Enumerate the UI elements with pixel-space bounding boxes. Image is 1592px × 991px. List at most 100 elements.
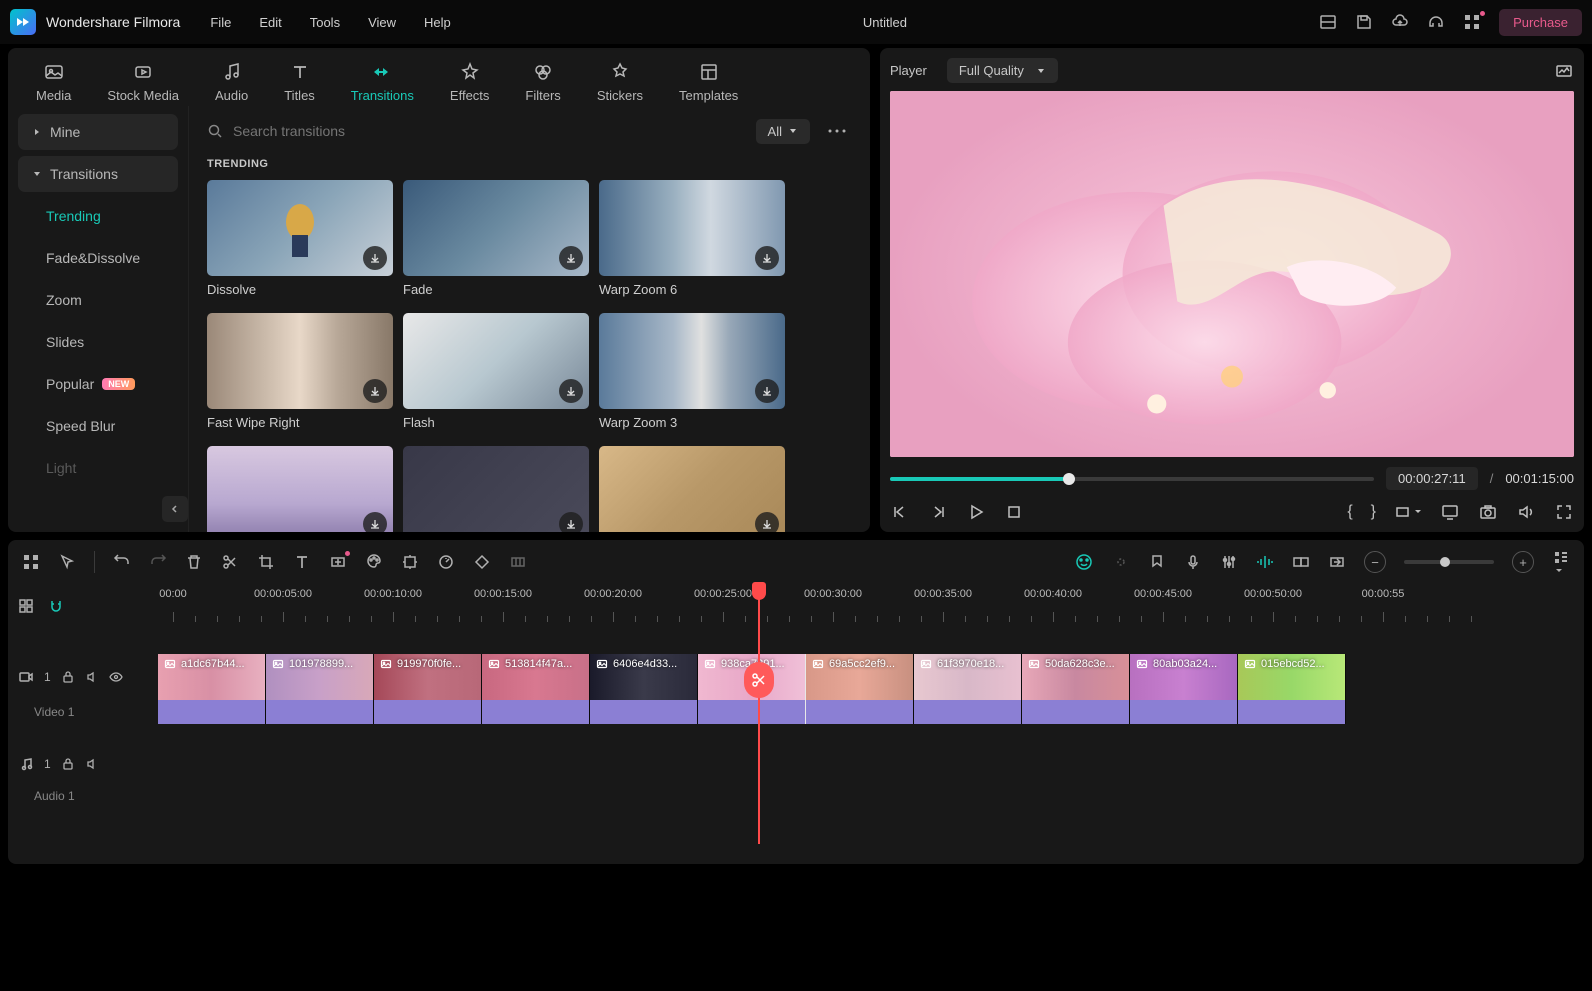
download-icon[interactable] — [755, 379, 779, 403]
layout-icon[interactable] — [1319, 13, 1337, 31]
nav-zoom[interactable]: Zoom — [18, 282, 178, 318]
text-button[interactable] — [293, 553, 311, 571]
marker-button[interactable] — [1148, 553, 1166, 571]
undo-button[interactable] — [113, 553, 131, 571]
apps-icon[interactable] — [1463, 13, 1481, 31]
nav-trending[interactable]: Trending — [18, 198, 178, 234]
keyframe-button[interactable] — [473, 553, 491, 571]
tab-audio[interactable]: Audio — [207, 58, 256, 106]
redo-button[interactable] — [149, 553, 167, 571]
headset-icon[interactable] — [1427, 13, 1445, 31]
timeline-clip[interactable]: 61f3970e18... — [914, 654, 1022, 724]
timeline-clip[interactable]: a1dc67b44... — [158, 654, 266, 724]
expand-button[interactable] — [329, 553, 347, 571]
transition-thumbnail[interactable] — [599, 313, 785, 409]
transition-card[interactable] — [599, 446, 785, 532]
audio-lock-button[interactable] — [61, 757, 75, 771]
timeline-clip[interactable]: 80ab03a24... — [1130, 654, 1238, 724]
download-icon[interactable] — [755, 246, 779, 270]
compound-button[interactable] — [1292, 553, 1310, 571]
purchase-button[interactable]: Purchase — [1499, 9, 1582, 36]
transition-thumbnail[interactable] — [403, 180, 589, 276]
split-button[interactable] — [221, 553, 239, 571]
download-icon[interactable] — [363, 379, 387, 403]
menu-help[interactable]: Help — [424, 15, 451, 30]
prev-frame-button[interactable] — [890, 502, 910, 522]
more-menu-button[interactable] — [822, 116, 852, 146]
playhead[interactable] — [758, 584, 760, 844]
transition-thumbnail[interactable] — [403, 313, 589, 409]
zoom-out-button[interactable]: − — [1364, 551, 1386, 573]
stop-button[interactable] — [1004, 502, 1024, 522]
transition-card[interactable] — [207, 446, 393, 532]
menu-view[interactable]: View — [368, 15, 396, 30]
progress-bar[interactable] — [890, 477, 1374, 481]
play-button[interactable] — [966, 502, 986, 522]
audio-mixer-button[interactable] — [1220, 553, 1238, 571]
transition-thumbnail[interactable] — [403, 446, 589, 532]
tab-filters[interactable]: Filters — [517, 58, 568, 106]
menu-file[interactable]: File — [210, 15, 231, 30]
menu-tools[interactable]: Tools — [310, 15, 340, 30]
voiceover-button[interactable] — [1184, 553, 1202, 571]
timeline-clip[interactable]: 6406e4d33... — [590, 654, 698, 724]
zoom-slider[interactable] — [1404, 560, 1494, 564]
quality-dropdown[interactable]: Full Quality — [947, 58, 1058, 83]
lock-button[interactable] — [61, 670, 75, 684]
download-icon[interactable] — [755, 512, 779, 532]
tab-transitions[interactable]: Transitions — [343, 58, 422, 106]
video-track[interactable]: a1dc67b44...101978899...919970f0fe...513… — [158, 654, 1584, 724]
color-button[interactable] — [365, 553, 383, 571]
tab-stock-media[interactable]: Stock Media — [99, 58, 187, 106]
timeline-clip[interactable]: 919970f0fe... — [374, 654, 482, 724]
timeline-ruler[interactable]: 00:0000:00:05:0000:00:10:0000:00:15:0000… — [158, 584, 1584, 622]
timeline-clip[interactable]: 513814f47a... — [482, 654, 590, 724]
mark-out-button[interactable]: } — [1371, 503, 1376, 521]
tab-templates[interactable]: Templates — [671, 58, 746, 106]
ai-portrait-button[interactable] — [1074, 552, 1094, 572]
progress-knob[interactable] — [1063, 473, 1075, 485]
download-icon[interactable] — [559, 379, 583, 403]
render-button[interactable] — [1328, 553, 1346, 571]
audio-track[interactable] — [158, 744, 1584, 788]
cloud-icon[interactable] — [1391, 13, 1409, 31]
download-icon[interactable] — [559, 246, 583, 270]
grid-icon[interactable] — [22, 553, 40, 571]
search-box[interactable] — [207, 123, 744, 139]
fullscreen-button[interactable] — [1554, 502, 1574, 522]
timeline-clip[interactable]: 015ebcd52... — [1238, 654, 1346, 724]
collapse-sidebar-button[interactable] — [162, 496, 188, 522]
download-icon[interactable] — [559, 512, 583, 532]
nav-popular[interactable]: PopularNEW — [18, 366, 178, 402]
nav-mine[interactable]: Mine — [18, 114, 178, 150]
speed-button[interactable] — [437, 553, 455, 571]
transition-card[interactable]: Fade — [403, 180, 589, 297]
tab-effects[interactable]: Effects — [442, 58, 498, 106]
snapshot-button[interactable] — [1478, 502, 1498, 522]
delete-button[interactable] — [185, 553, 203, 571]
track-manager-button[interactable] — [18, 598, 34, 614]
transition-card[interactable]: Warp Zoom 3 — [599, 313, 785, 430]
mute-button[interactable] — [85, 670, 99, 684]
transition-thumbnail[interactable] — [207, 446, 393, 532]
transition-thumbnail[interactable] — [599, 446, 785, 532]
mark-in-button[interactable]: { — [1347, 503, 1352, 521]
next-frame-button[interactable] — [928, 502, 948, 522]
search-input[interactable] — [233, 123, 744, 139]
timeline-clip[interactable]: 69a5cc2ef9... — [806, 654, 914, 724]
mask-button[interactable] — [509, 553, 527, 571]
tab-media[interactable]: Media — [28, 58, 79, 106]
crop-button[interactable] — [257, 553, 275, 571]
transition-thumbnail[interactable] — [207, 180, 393, 276]
tab-titles[interactable]: Titles — [276, 58, 323, 106]
filter-dropdown[interactable]: All — [756, 119, 810, 144]
timeline-clip[interactable]: 50da628c3e... — [1022, 654, 1130, 724]
nav-transitions[interactable]: Transitions — [18, 156, 178, 192]
transition-card[interactable]: Fast Wipe Right — [207, 313, 393, 430]
transition-thumbnail[interactable] — [599, 180, 785, 276]
cursor-icon[interactable] — [58, 553, 76, 571]
timeline-clip[interactable]: 101978899... — [266, 654, 374, 724]
timeline-view-button[interactable] — [1552, 549, 1570, 575]
tab-stickers[interactable]: Stickers — [589, 58, 651, 106]
nav-speed-blur[interactable]: Speed Blur — [18, 408, 178, 444]
